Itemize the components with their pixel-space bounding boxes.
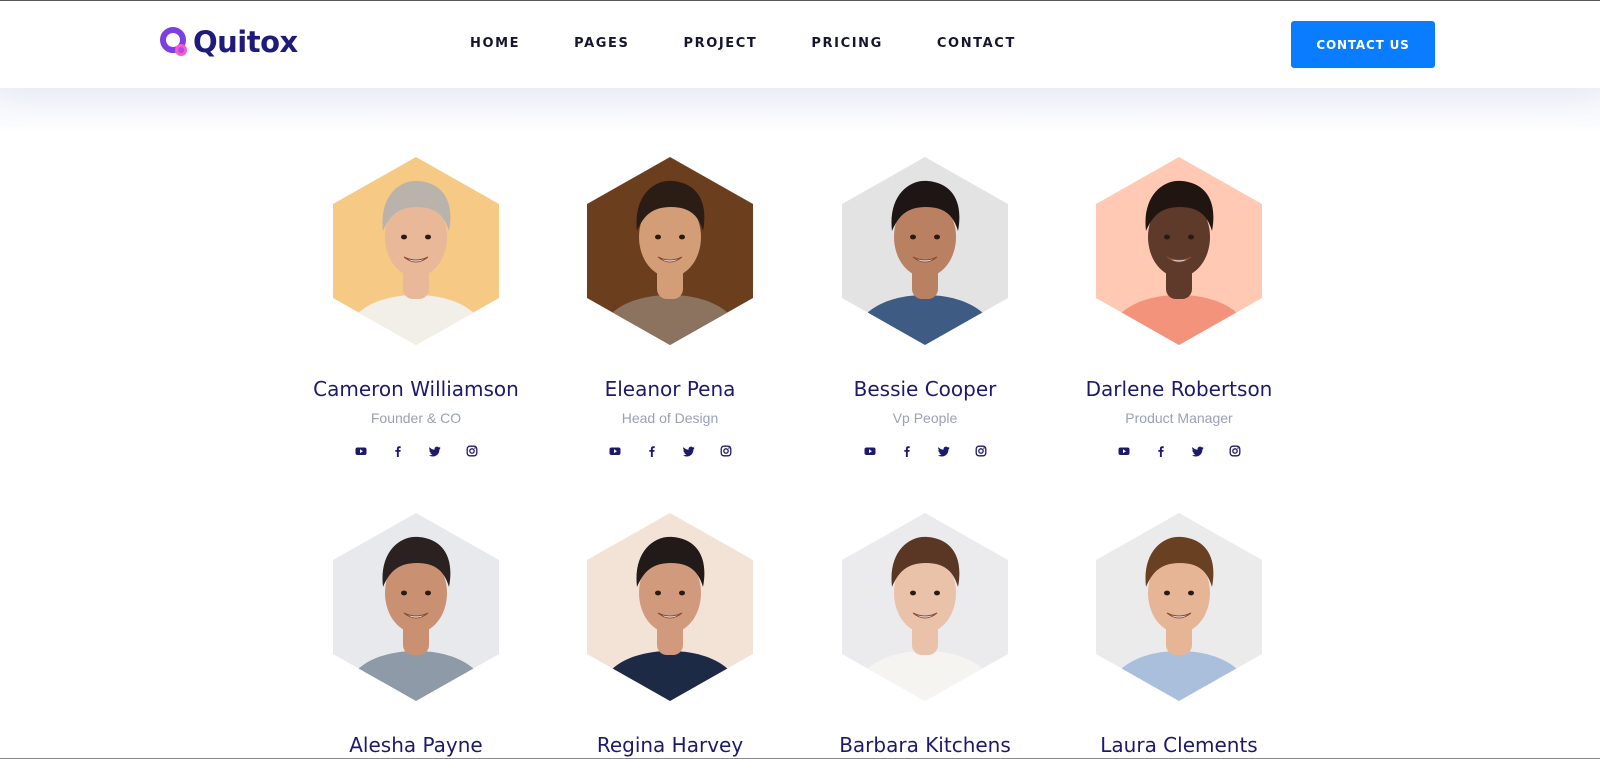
- nav-pricing[interactable]: PRICING: [811, 35, 883, 53]
- site-header: Quitox HOME PAGES PROJECT PRICING CONTAC…: [0, 1, 1600, 88]
- team-grid: Cameron Williamson Founder & CO Eleanor P…: [0, 0, 1600, 759]
- portrait-illustration: [1096, 157, 1262, 345]
- team-card: Bessie Cooper Vp People: [815, 157, 1035, 458]
- social-links: [1069, 444, 1289, 458]
- facebook-link[interactable]: [900, 444, 914, 458]
- social-links: [306, 444, 526, 458]
- member-name[interactable]: Regina Harvey: [560, 732, 780, 758]
- team-card: Barbara Kitchens: [815, 513, 1035, 758]
- twitter-link[interactable]: [428, 444, 442, 458]
- facebook-link[interactable]: [645, 444, 659, 458]
- facebook-icon: [1157, 446, 1164, 457]
- portrait-illustration: [587, 157, 753, 345]
- facebook-icon: [903, 446, 910, 457]
- team-card: Laura Clements: [1069, 513, 1289, 758]
- instagram-icon: [1229, 445, 1240, 457]
- instagram-icon: [720, 445, 731, 457]
- member-name[interactable]: Bessie Cooper: [815, 376, 1035, 402]
- team-card: Regina Harvey: [560, 513, 780, 758]
- member-photo[interactable]: [587, 157, 753, 345]
- nav-contact[interactable]: CONTACT: [937, 35, 1016, 53]
- instagram-icon: [975, 445, 986, 457]
- twitter-link[interactable]: [682, 444, 696, 458]
- instagram-link[interactable]: [1228, 444, 1242, 458]
- youtube-link[interactable]: [354, 444, 368, 458]
- youtube-link[interactable]: [608, 444, 622, 458]
- nav-project[interactable]: PROJECT: [683, 35, 757, 53]
- twitter-link[interactable]: [937, 444, 951, 458]
- nav-home[interactable]: HOME: [470, 35, 520, 53]
- twitter-icon: [682, 446, 695, 457]
- social-links: [560, 444, 780, 458]
- member-role: Founder & CO: [370, 410, 462, 426]
- member-name[interactable]: Darlene Robertson: [1069, 376, 1289, 402]
- member-photo[interactable]: [333, 157, 499, 345]
- instagram-icon: [466, 445, 477, 457]
- member-photo[interactable]: [333, 513, 499, 701]
- twitter-icon: [428, 446, 441, 457]
- team-card: Darlene Robertson Product Manager: [1069, 157, 1289, 458]
- member-photo[interactable]: [1096, 513, 1262, 701]
- portrait-illustration: [587, 513, 753, 701]
- portrait-illustration: [842, 157, 1008, 345]
- main-nav: HOME PAGES PROJECT PRICING CONTACT: [470, 35, 1016, 53]
- instagram-link[interactable]: [719, 444, 733, 458]
- nav-pages[interactable]: PAGES: [574, 35, 629, 53]
- member-role: Head of Design: [621, 410, 719, 426]
- twitter-icon: [937, 446, 950, 457]
- youtube-link[interactable]: [863, 444, 877, 458]
- youtube-icon: [355, 447, 366, 455]
- member-name[interactable]: Cameron Williamson: [306, 376, 526, 402]
- youtube-icon: [1118, 447, 1129, 455]
- logo-q-icon: [160, 27, 187, 56]
- youtube-link[interactable]: [1117, 444, 1131, 458]
- brand-name: Quitox: [193, 25, 298, 59]
- member-name[interactable]: Laura Clements: [1069, 732, 1289, 758]
- member-role: Product Manager: [1125, 410, 1233, 426]
- team-card: Eleanor Pena Head of Design: [560, 157, 780, 458]
- member-role: Vp People: [892, 410, 958, 426]
- instagram-link[interactable]: [974, 444, 988, 458]
- contact-us-button[interactable]: CONTACT US: [1291, 21, 1435, 68]
- brand-logo[interactable]: Quitox: [159, 25, 298, 59]
- portrait-illustration: [333, 513, 499, 701]
- facebook-icon: [394, 446, 401, 457]
- youtube-icon: [609, 447, 620, 455]
- portrait-illustration: [333, 157, 499, 345]
- facebook-link[interactable]: [391, 444, 405, 458]
- member-photo[interactable]: [842, 157, 1008, 345]
- member-photo[interactable]: [587, 513, 753, 701]
- twitter-link[interactable]: [1191, 444, 1205, 458]
- member-name[interactable]: Alesha Payne: [306, 732, 526, 758]
- twitter-icon: [1191, 446, 1204, 457]
- member-photo[interactable]: [1096, 157, 1262, 345]
- youtube-icon: [864, 447, 875, 455]
- portrait-illustration: [1096, 513, 1262, 701]
- social-links: [815, 444, 1035, 458]
- team-card: Alesha Payne: [306, 513, 526, 758]
- facebook-link[interactable]: [1154, 444, 1168, 458]
- member-name[interactable]: Barbara Kitchens: [815, 732, 1035, 758]
- portrait-illustration: [842, 513, 1008, 701]
- instagram-link[interactable]: [465, 444, 479, 458]
- member-photo[interactable]: [842, 513, 1008, 701]
- member-name[interactable]: Eleanor Pena: [560, 376, 780, 402]
- facebook-icon: [648, 446, 655, 457]
- team-card: Cameron Williamson Founder & CO: [306, 157, 526, 458]
